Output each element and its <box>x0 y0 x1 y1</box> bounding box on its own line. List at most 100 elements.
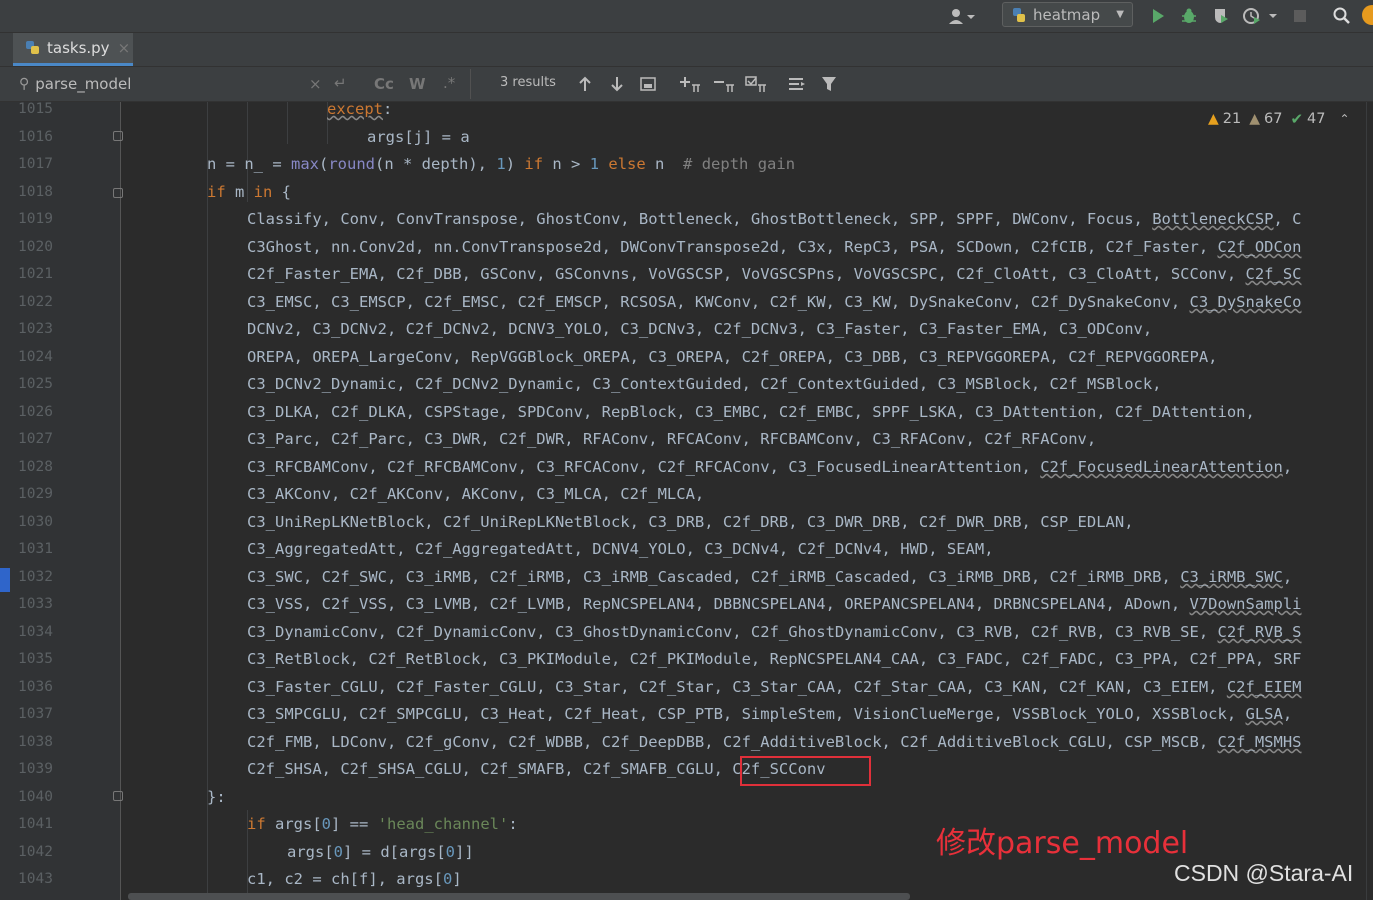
warning-icon: ▲ <box>1208 111 1219 127</box>
line-number: 1026 <box>18 404 53 420</box>
line-number: 1034 <box>18 624 53 640</box>
line-number: 1016 <box>18 129 53 145</box>
coverage-icon[interactable] <box>1209 4 1233 28</box>
code-line-1020: C3Ghost, nn.Conv2d, nn.ConvTranspose2d, … <box>247 238 1302 256</box>
line-number-gutter: 1015 1016 1017 1018 1019 1020 1021 1022 1023 1024… <box>0 101 123 900</box>
code-line-1029: C3_AKConv, C2f_AKConv, AKConv, C3_MLCA, … <box>247 485 705 503</box>
play-icon[interactable] <box>1146 4 1170 28</box>
line-number: 1023 <box>18 321 53 337</box>
warning-count: 21 <box>1222 111 1242 127</box>
code-line-1018: if m in { <box>207 183 292 201</box>
typo-count: 47 <box>1307 111 1326 127</box>
line-number: 1040 <box>18 789 53 805</box>
line-number: 1033 <box>18 596 53 612</box>
line-number: 1041 <box>18 816 53 832</box>
code-line-1037: C3_SMPCGLU, C2f_SMPCGLU, C3_Heat, C2f_He… <box>247 705 1293 723</box>
find-bar: ⚲ × ↵ Cc W .* 3 results <box>0 67 1373 102</box>
annotation-text: 修改parse_model <box>936 826 1189 861</box>
run-configuration-label: heatmap <box>1033 5 1101 24</box>
words-toggle[interactable]: W <box>409 75 426 93</box>
add-occurrence-icon[interactable] <box>678 69 702 99</box>
find-field: ⚲ × ↵ Cc W .* <box>11 69 471 99</box>
code-line-1041: if args[0] == 'head_channel': <box>247 815 518 833</box>
code-line-1022: C3_EMSC, C3_EMSCP, C2f_EMSC, C2f_EMSCP, … <box>247 293 1302 311</box>
weak-warning-icon: ▲ <box>1249 111 1261 127</box>
line-number: 1024 <box>18 349 53 365</box>
clear-search-icon[interactable]: × <box>309 75 322 93</box>
new-line-icon[interactable]: ↵ <box>334 74 347 92</box>
chevron-up-icon[interactable]: ⌃ <box>1340 112 1350 126</box>
previous-occurrence-icon[interactable] <box>575 69 595 99</box>
next-occurrence-icon[interactable] <box>607 69 627 99</box>
horizontal-scrollbar[interactable] <box>128 893 910 900</box>
line-number: 1035 <box>18 651 53 667</box>
right-margin-line <box>1366 102 1367 900</box>
code-line-1042: args[0] = d[args[0]] <box>287 843 474 861</box>
line-number: 1015 <box>18 101 53 117</box>
code-line-1039: C2f_SHSA, C2f_SHSA_CGLU, C2f_SMAFB, C2f_… <box>247 760 826 778</box>
code-line-1023: DCNv2, C3_DCNv2, C2f_DCNv2, DCNV3_YOLO, … <box>247 320 1153 338</box>
main-toolbar: heatmap ▼ <box>0 0 1373 33</box>
code-line-1021: C2f_Faster_EMA, C2f_DBB, GSConv, GSConvn… <box>247 265 1302 283</box>
code-line-1038: C2f_FMB, LDConv, C2f_gConv, C2f_WDBB, C2… <box>247 733 1302 751</box>
line-number: 1029 <box>18 486 53 502</box>
code-line-1043: c1, c2 = ch[f], args[0] <box>247 870 462 888</box>
line-number: 1018 <box>18 184 53 200</box>
profile-icon[interactable] <box>1240 4 1282 28</box>
line-number: 1042 <box>18 844 53 860</box>
chevron-down-icon: ▼ <box>1116 9 1124 20</box>
python-file-icon <box>25 40 41 56</box>
line-number: 1030 <box>18 514 53 530</box>
user-dropdown-icon[interactable] <box>946 4 980 28</box>
run-configuration-select[interactable]: heatmap ▼ <box>1002 2 1133 27</box>
code-line-1024: OREPA, OREPA_LargeConv, RepVGGBlock_OREP… <box>247 348 1218 366</box>
bug-icon[interactable] <box>1177 4 1201 28</box>
regex-toggle[interactable]: .* <box>443 74 455 92</box>
update-badge-icon[interactable] <box>1362 5 1373 25</box>
line-number: 1027 <box>18 431 53 447</box>
line-number: 1020 <box>18 239 53 255</box>
code-line-1027: C3_Parc, C2f_Parc, C3_DWR, C2f_DWR, RFAC… <box>247 430 1097 448</box>
line-number: 1028 <box>18 459 53 475</box>
code-line-1015: except: <box>327 102 393 118</box>
line-number: 1039 <box>18 761 53 777</box>
remove-occurrence-icon[interactable] <box>712 69 736 99</box>
line-number: 1019 <box>18 211 53 227</box>
code-line-1025: C3_DCNv2_Dynamic, C2f_DCNv2_Dynamic, C3_… <box>247 375 1162 393</box>
match-case-toggle[interactable]: Cc <box>374 75 394 93</box>
code-line-1040: }: <box>207 788 226 806</box>
code-line-1033: C3_VSS, C2f_VSS, C3_LVMB, C2f_LVMB, RepN… <box>247 595 1302 613</box>
line-number: 1037 <box>18 706 53 722</box>
stop-icon[interactable] <box>1290 4 1310 28</box>
select-all-cursors-icon[interactable] <box>744 69 768 99</box>
line-number: 1032 <box>18 569 53 585</box>
code-line-1034: C3_DynamicConv, C2f_DynamicConv, C3_Ghos… <box>247 623 1302 641</box>
close-icon[interactable]: × <box>118 39 131 57</box>
code-line-1036: C3_Faster_CGLU, C2f_Faster_CGLU, C3_Star… <box>247 678 1302 696</box>
python-icon <box>1011 7 1027 23</box>
line-number: 1017 <box>18 156 53 172</box>
search-history-icon[interactable]: ⚲ <box>19 76 29 92</box>
line-number: 1038 <box>18 734 53 750</box>
typo-check-icon: ✔ <box>1290 110 1304 128</box>
code-line-1031: C3_AggregatedAtt, C2f_AggregatedAtt, DCN… <box>247 540 994 558</box>
editor-tab-bar: tasks.py × <box>0 33 1373 67</box>
line-number: 1022 <box>18 294 53 310</box>
tab-tasks-py[interactable]: tasks.py × <box>13 33 133 66</box>
code-line-1028: C3_RFCBAMConv, C2f_RFCBAMConv, C3_RFCACo… <box>247 458 1293 476</box>
code-line-1026: C3_DLKA, C2f_DLKA, CSPStage, SPDConv, Re… <box>247 403 1255 421</box>
code-line-1035: C3_RetBlock, C2f_RetBlock, C3_PKIModule,… <box>247 650 1302 668</box>
line-number: 1025 <box>18 376 53 392</box>
code-line-1032: C3_SWC, C2f_SWC, C3_iRMB, C2f_iRMB, C3_i… <box>247 568 1293 586</box>
search-icon[interactable] <box>1330 4 1354 28</box>
highlight-box <box>740 756 871 786</box>
filter-options-icon[interactable] <box>786 69 808 99</box>
select-all-occurrences-icon[interactable] <box>638 69 658 99</box>
bookmark-marker <box>0 568 10 592</box>
filter-icon[interactable] <box>818 69 840 99</box>
find-input[interactable] <box>35 75 286 93</box>
line-number: 1021 <box>18 266 53 282</box>
inspection-widget[interactable]: ▲ 21 ▲ 67 ✔ 47 ⌃ <box>1208 110 1350 128</box>
code-line-1017: n = n_ = max(round(n * depth), 1) if n >… <box>207 155 796 173</box>
line-number: 1036 <box>18 679 53 695</box>
